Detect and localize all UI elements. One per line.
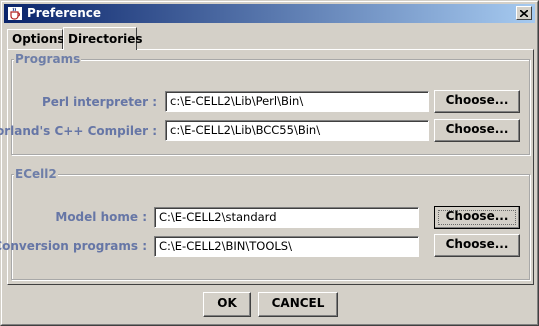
tab-directories[interactable]: Directories	[63, 27, 143, 50]
perl-interpreter-field[interactable]: c:\E-CELL2\Lib\Perl\Bin\	[165, 91, 429, 112]
conversion-choose-button[interactable]: Choose...	[434, 234, 520, 257]
java-coffee-cup-icon	[7, 6, 23, 21]
model-home-field[interactable]: C:\E-CELL2\standard	[154, 207, 419, 228]
programs-group-title: Programs	[14, 52, 82, 66]
ecell2-group-title: ECell2	[14, 167, 58, 181]
close-button[interactable]	[516, 6, 532, 20]
ok-button[interactable]: OK	[203, 292, 251, 317]
tab-options[interactable]: Options	[7, 29, 65, 49]
cpp-compiler-field[interactable]: c:\E-CELL2\Lib\BCC55\Bin\	[165, 120, 429, 141]
preference-dialog: Preference Options Directories Programs …	[0, 0, 539, 326]
cpp-choose-button[interactable]: Choose...	[434, 119, 520, 142]
cancel-button[interactable]: CANCEL	[258, 292, 338, 317]
window-title: Preference	[27, 6, 102, 20]
title-bar[interactable]: Preference	[4, 4, 535, 23]
perl-choose-button[interactable]: Choose...	[434, 90, 520, 113]
model-home-choose-button[interactable]: Choose...	[434, 206, 520, 229]
conversion-programs-field[interactable]: C:\E-CELL2\BIN\TOOLS\	[154, 236, 419, 257]
cpp-compiler-label: Borland's C++ Compiler :	[0, 124, 157, 138]
conversion-programs-label: Conversion programs :	[0, 239, 147, 253]
perl-interpreter-label: Perl interpreter :	[41, 95, 157, 109]
close-icon	[520, 9, 528, 17]
model-home-label: Model home :	[55, 210, 147, 224]
